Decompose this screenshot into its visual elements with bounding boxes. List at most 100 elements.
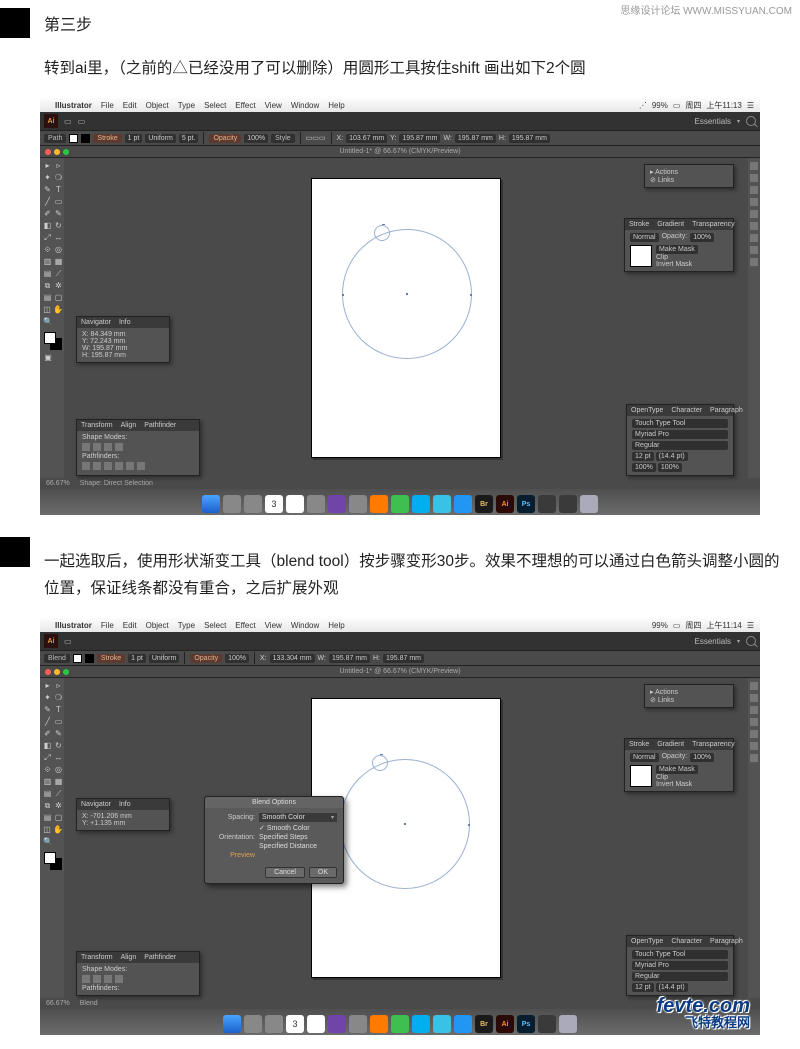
free-transform-tool[interactable]: ⟐ — [43, 765, 52, 775]
intersect-icon[interactable] — [104, 443, 112, 451]
mesh-tool[interactable]: ▦ — [54, 257, 63, 267]
eraser-tool[interactable]: ◧ — [43, 741, 52, 751]
info-panel[interactable]: NavigatorInfo X: 84.349 mm Y: 72.243 mm … — [76, 316, 170, 363]
exclude-icon[interactable] — [115, 443, 123, 451]
blend-options-dialog[interactable]: Blend Options Spacing: Smooth Color▾ Smo… — [204, 796, 344, 884]
screen-mode-icon[interactable]: ▣ — [43, 353, 53, 363]
brush-def[interactable]: 5 pt. — [179, 134, 199, 143]
menu-help[interactable]: Help — [328, 101, 344, 110]
tracking-field[interactable]: 100% — [632, 463, 656, 472]
minus-front-icon[interactable] — [93, 975, 101, 983]
symbols-dock-icon[interactable] — [750, 198, 758, 206]
type-tool[interactable]: T — [54, 705, 63, 715]
dock-terminal-icon[interactable] — [538, 495, 556, 513]
perspective-tool[interactable]: ▥ — [43, 777, 52, 787]
fill-swatch[interactable] — [73, 654, 82, 663]
opacity-field[interactable]: 100% — [244, 134, 268, 143]
intersect-icon[interactable] — [104, 975, 112, 983]
dock-terminal-icon[interactable] — [538, 1015, 556, 1033]
dock-skype-icon[interactable] — [412, 495, 430, 513]
links-row[interactable]: ⊘ Links — [650, 696, 728, 704]
menu-view[interactable]: View — [265, 101, 282, 110]
slice-tool[interactable]: ◫ — [43, 305, 51, 315]
stroke-profile[interactable]: Uniform — [145, 134, 176, 143]
character-panel-2[interactable]: OpenType Character Paragraph Touch Type … — [626, 935, 734, 996]
dock-safari-icon[interactable] — [349, 495, 367, 513]
menu-effect[interactable]: Effect — [235, 101, 255, 110]
dock-calendar-icon[interactable]: 3 — [286, 1015, 304, 1033]
minus-front-icon[interactable] — [93, 443, 101, 451]
dock-notes-icon[interactable] — [286, 495, 304, 513]
merge-icon[interactable] — [104, 462, 112, 470]
actions-row[interactable]: ▸ Actions — [650, 688, 728, 696]
graphic-styles-dock-icon[interactable] — [750, 258, 758, 266]
dock-cloud-icon[interactable] — [433, 495, 451, 513]
layers-dock-icon[interactable] — [750, 742, 758, 750]
blend-tool[interactable]: ⧉ — [43, 281, 52, 291]
navigator-tab[interactable]: Navigator — [81, 319, 111, 326]
stroke-profile[interactable]: Uniform — [149, 654, 180, 663]
make-mask-button[interactable]: Make Mask — [656, 765, 698, 774]
stroke-swatch[interactable] — [85, 654, 94, 663]
gradient-tool[interactable]: ▤ — [43, 789, 52, 799]
magic-wand-tool[interactable]: ✦ — [43, 173, 52, 183]
kerning-field[interactable]: 100% — [658, 463, 682, 472]
dock-messages-icon[interactable] — [391, 1015, 409, 1033]
menu-edit[interactable]: Edit — [123, 101, 137, 110]
perspective-tool[interactable]: ▥ — [43, 257, 52, 267]
dock-photoshop-icon[interactable]: Ps — [517, 495, 535, 513]
x-field[interactable]: 133.304 mm — [270, 654, 315, 663]
minus-back-icon[interactable] — [137, 462, 145, 470]
scale-tool[interactable]: ⤢ — [43, 233, 52, 243]
symbol-tool[interactable]: ✲ — [54, 281, 63, 291]
menu-file[interactable]: File — [101, 101, 114, 110]
lasso-tool[interactable]: ❍ — [54, 173, 63, 183]
actions-panel[interactable]: ▸ Actions ⊘ Links — [644, 164, 734, 188]
spacing-option-smooth[interactable]: Smooth Color — [259, 824, 310, 832]
color-dock-icon[interactable] — [750, 682, 758, 690]
pen-tool[interactable]: ✎ — [43, 185, 52, 195]
graph-tool[interactable]: ▤ — [43, 293, 52, 303]
blend-mode-field[interactable]: Normal — [630, 233, 659, 242]
ok-button[interactable]: OK — [309, 867, 337, 878]
dock-finder-icon[interactable] — [223, 1015, 241, 1033]
info-panel-2[interactable]: NavigatorInfo X: -701.206 mm Y: +1.135 m… — [76, 798, 170, 831]
dock-bridge-icon[interactable]: Br — [475, 1015, 493, 1033]
large-circle-shape[interactable] — [340, 759, 470, 889]
brush-tool[interactable]: ✐ — [43, 209, 52, 219]
bridge-icon[interactable]: ▭ — [64, 637, 72, 646]
symbol-tool[interactable]: ✲ — [54, 801, 63, 811]
dock-trash-icon[interactable] — [580, 495, 598, 513]
info-tab[interactable]: Info — [119, 319, 131, 326]
stroke-label[interactable]: Stroke — [97, 654, 125, 663]
dock-itunes-icon[interactable] — [328, 495, 346, 513]
dock-settings-icon[interactable] — [265, 1015, 283, 1033]
align-tab[interactable]: Align — [121, 422, 137, 429]
eyedropper-tool[interactable]: ⟋ — [54, 269, 63, 279]
large-circle-shape[interactable] — [342, 229, 472, 359]
trim-icon[interactable] — [93, 462, 101, 470]
pencil-tool[interactable]: ✎ — [54, 209, 63, 219]
leading-field[interactable]: (14.4 pt) — [656, 983, 688, 992]
transp-tab-stroke[interactable]: Stroke — [629, 221, 649, 228]
transp-tab-gradient[interactable]: Gradient — [657, 221, 684, 228]
stroke-label[interactable]: Stroke — [93, 134, 121, 143]
h-field[interactable]: 195.87 mm — [383, 654, 424, 663]
menu-object[interactable]: Object — [146, 621, 169, 630]
dock-folder-icon[interactable] — [559, 495, 577, 513]
transparency-panel[interactable]: Stroke Gradient Transparency Normal Opac… — [624, 218, 734, 272]
invert-mask-checkbox[interactable]: Invert Mask — [656, 261, 698, 268]
dock-firefox-icon[interactable] — [370, 495, 388, 513]
swatches-dock-icon[interactable] — [750, 174, 758, 182]
invert-mask-checkbox[interactable]: Invert Mask — [656, 781, 698, 788]
eyedropper-tool[interactable]: ⟋ — [54, 789, 63, 799]
dock-itunes-icon[interactable] — [328, 1015, 346, 1033]
transform-tab[interactable]: Transform — [81, 954, 113, 961]
dock-launchpad-icon[interactable] — [244, 1015, 262, 1033]
unite-icon[interactable] — [82, 975, 90, 983]
rotate-tool[interactable]: ↻ — [54, 741, 63, 751]
brushes-dock-icon[interactable] — [750, 706, 758, 714]
pathfinder-panel[interactable]: Transform Align Pathfinder Shape Modes: … — [76, 419, 200, 476]
menu-window[interactable]: Window — [291, 101, 319, 110]
opacity-label[interactable]: Opacity — [209, 134, 241, 143]
